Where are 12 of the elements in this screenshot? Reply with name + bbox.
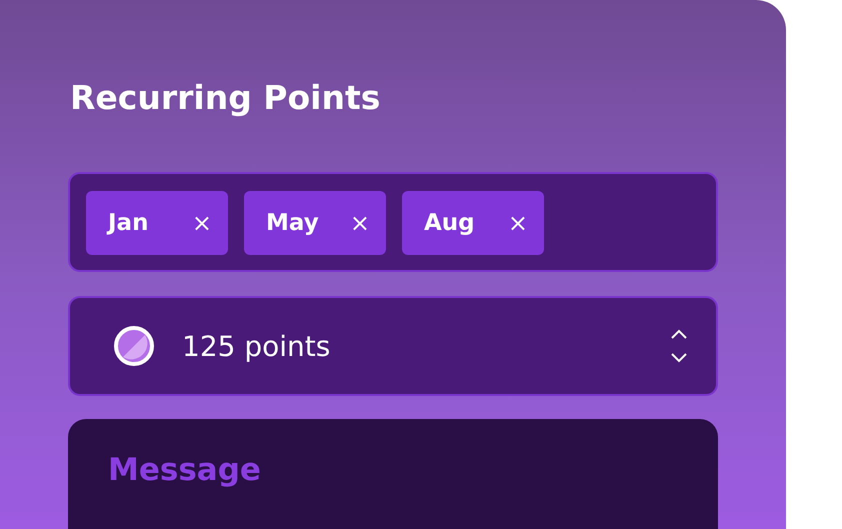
remove-tag-button[interactable]: × [192,211,212,235]
remove-tag-button[interactable]: × [350,211,370,235]
tag-label: May [266,210,319,236]
tag-label: Jan [108,210,148,236]
month-tags-field[interactable]: Jan × May × Aug × [68,172,718,272]
points-select[interactable]: 125 points [68,296,718,396]
tag-label: Aug [424,210,475,236]
section-title: Recurring Points [70,77,382,119]
message-field[interactable]: Message [68,419,718,529]
remove-tag-button[interactable]: × [508,211,528,235]
up-down-chevron-icon [670,329,688,363]
points-icon [112,324,156,368]
